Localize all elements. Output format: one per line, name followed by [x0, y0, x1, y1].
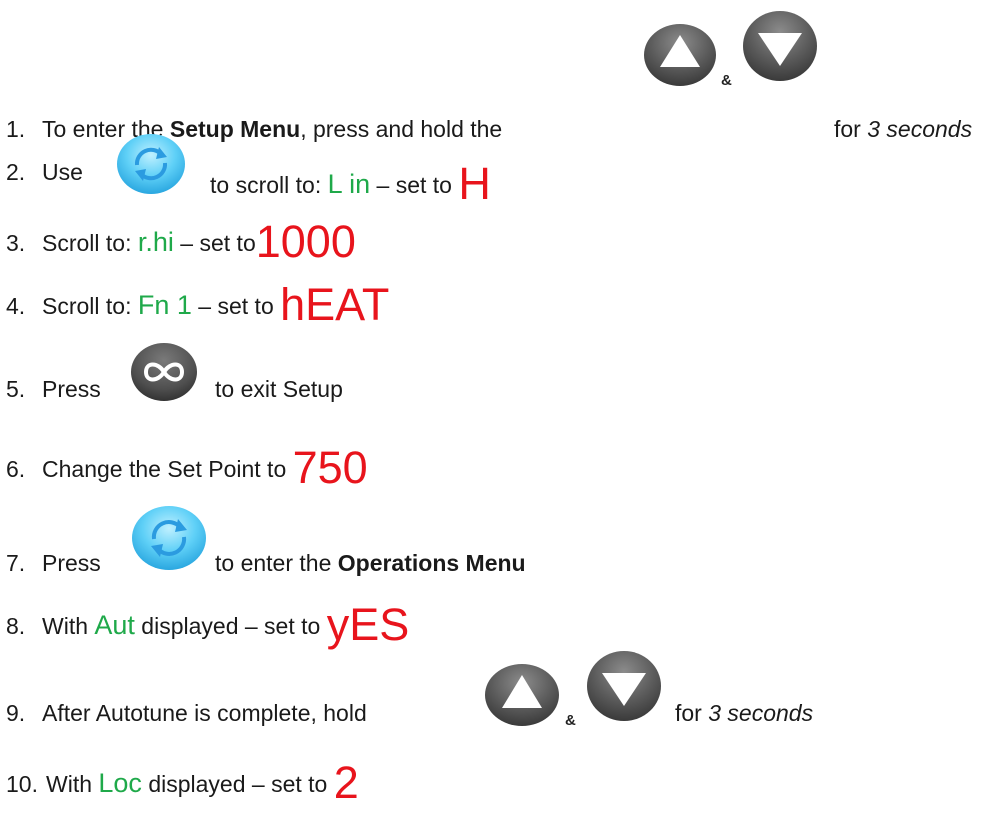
setup-menu-label: Setup Menu: [169, 116, 301, 142]
parameter-value: 1000: [255, 216, 356, 267]
step-number: 10.: [6, 771, 38, 797]
scroll-cycle-icon: [132, 506, 206, 570]
parameter-code: r.hi: [137, 227, 174, 257]
step-number: 5.: [6, 376, 26, 402]
parameter-value: H: [458, 158, 491, 209]
parameter-value: hEAT: [280, 279, 390, 330]
step-number: 2.: [6, 159, 26, 185]
step-7: 7. Press: [0, 552, 101, 575]
up-arrow-icon: [644, 24, 716, 86]
step-text: displayed – set to: [141, 771, 334, 797]
step-text: After Autotune is complete, hold: [42, 700, 367, 726]
step-7-rest: to enter the Operations Menu: [215, 552, 526, 575]
step-number: 7.: [6, 550, 26, 576]
step-text: displayed – set to: [134, 613, 327, 639]
step-number: 1.: [6, 116, 26, 142]
step-text: for: [834, 116, 868, 142]
set-point-value: 750: [292, 442, 368, 493]
infinity-icon: [131, 343, 197, 401]
step-4: 4. Scroll to: Fn 1 – set to hEAT: [0, 282, 389, 327]
step-8: 8. With Aut displayed – set to yES: [0, 602, 409, 647]
step-text: to exit Setup: [215, 376, 343, 402]
instructions-page: { "steps": [ {"num":"1.","pre":"To enter…: [0, 0, 1001, 818]
step-text: Scroll to:: [42, 230, 138, 256]
step-10: 10. With Loc displayed – set to 2: [0, 760, 359, 805]
step-text: – set to: [370, 172, 459, 198]
step-2-rest: to scroll to: L in – set to H: [210, 161, 491, 206]
down-arrow-icon: [587, 651, 661, 721]
step-text: – set to: [173, 230, 256, 256]
step-text: Press: [42, 376, 101, 402]
step-2: 2. Use: [0, 161, 83, 184]
step-text: – set to: [191, 293, 281, 319]
step-number: 9.: [6, 700, 26, 726]
step-9-tail: for 3 seconds: [675, 702, 813, 725]
up-arrow-icon: [485, 664, 559, 726]
step-text: Use: [42, 159, 83, 185]
step-number: 4.: [6, 293, 26, 319]
step-3: 3. Scroll to: r.hi – set to1000: [0, 219, 356, 264]
step-5-rest: to exit Setup: [215, 378, 343, 401]
duration-label: 3 seconds: [708, 700, 814, 726]
step-text: Scroll to:: [42, 293, 138, 319]
step-1-tail: for 3 seconds: [834, 118, 972, 141]
step-text: Change the Set Point to: [42, 456, 293, 482]
step-text: With: [42, 613, 95, 639]
parameter-code: L in: [327, 169, 371, 199]
duration-label: 3 seconds: [867, 116, 973, 142]
operations-menu-label: Operations Menu: [337, 550, 526, 576]
ampersand: &: [721, 72, 732, 89]
step-text: Press: [42, 550, 101, 576]
down-arrow-icon: [743, 11, 817, 81]
parameter-value: 2: [333, 757, 359, 808]
step-text: for: [675, 700, 709, 726]
step-text: to scroll to:: [210, 172, 328, 198]
step-9: 9. After Autotune is complete, hold: [0, 702, 367, 725]
step-number: 6.: [6, 456, 26, 482]
step-text: , press and hold the: [300, 116, 503, 142]
parameter-code: Loc: [98, 768, 142, 798]
step-1: 1. To enter the Setup Menu, press and hol…: [0, 118, 502, 141]
step-5: 5. Press: [0, 378, 101, 401]
parameter-value: yES: [326, 599, 410, 650]
step-number: 3.: [6, 230, 26, 256]
parameter-code: Aut: [94, 610, 135, 640]
step-text: With: [46, 771, 99, 797]
ampersand: &: [565, 712, 576, 729]
step-6: 6. Change the Set Point to 750: [0, 445, 368, 490]
scroll-cycle-icon: [117, 134, 185, 194]
step-number: 8.: [6, 613, 26, 639]
parameter-code: Fn 1: [137, 290, 192, 320]
step-text: to enter the: [215, 550, 338, 576]
